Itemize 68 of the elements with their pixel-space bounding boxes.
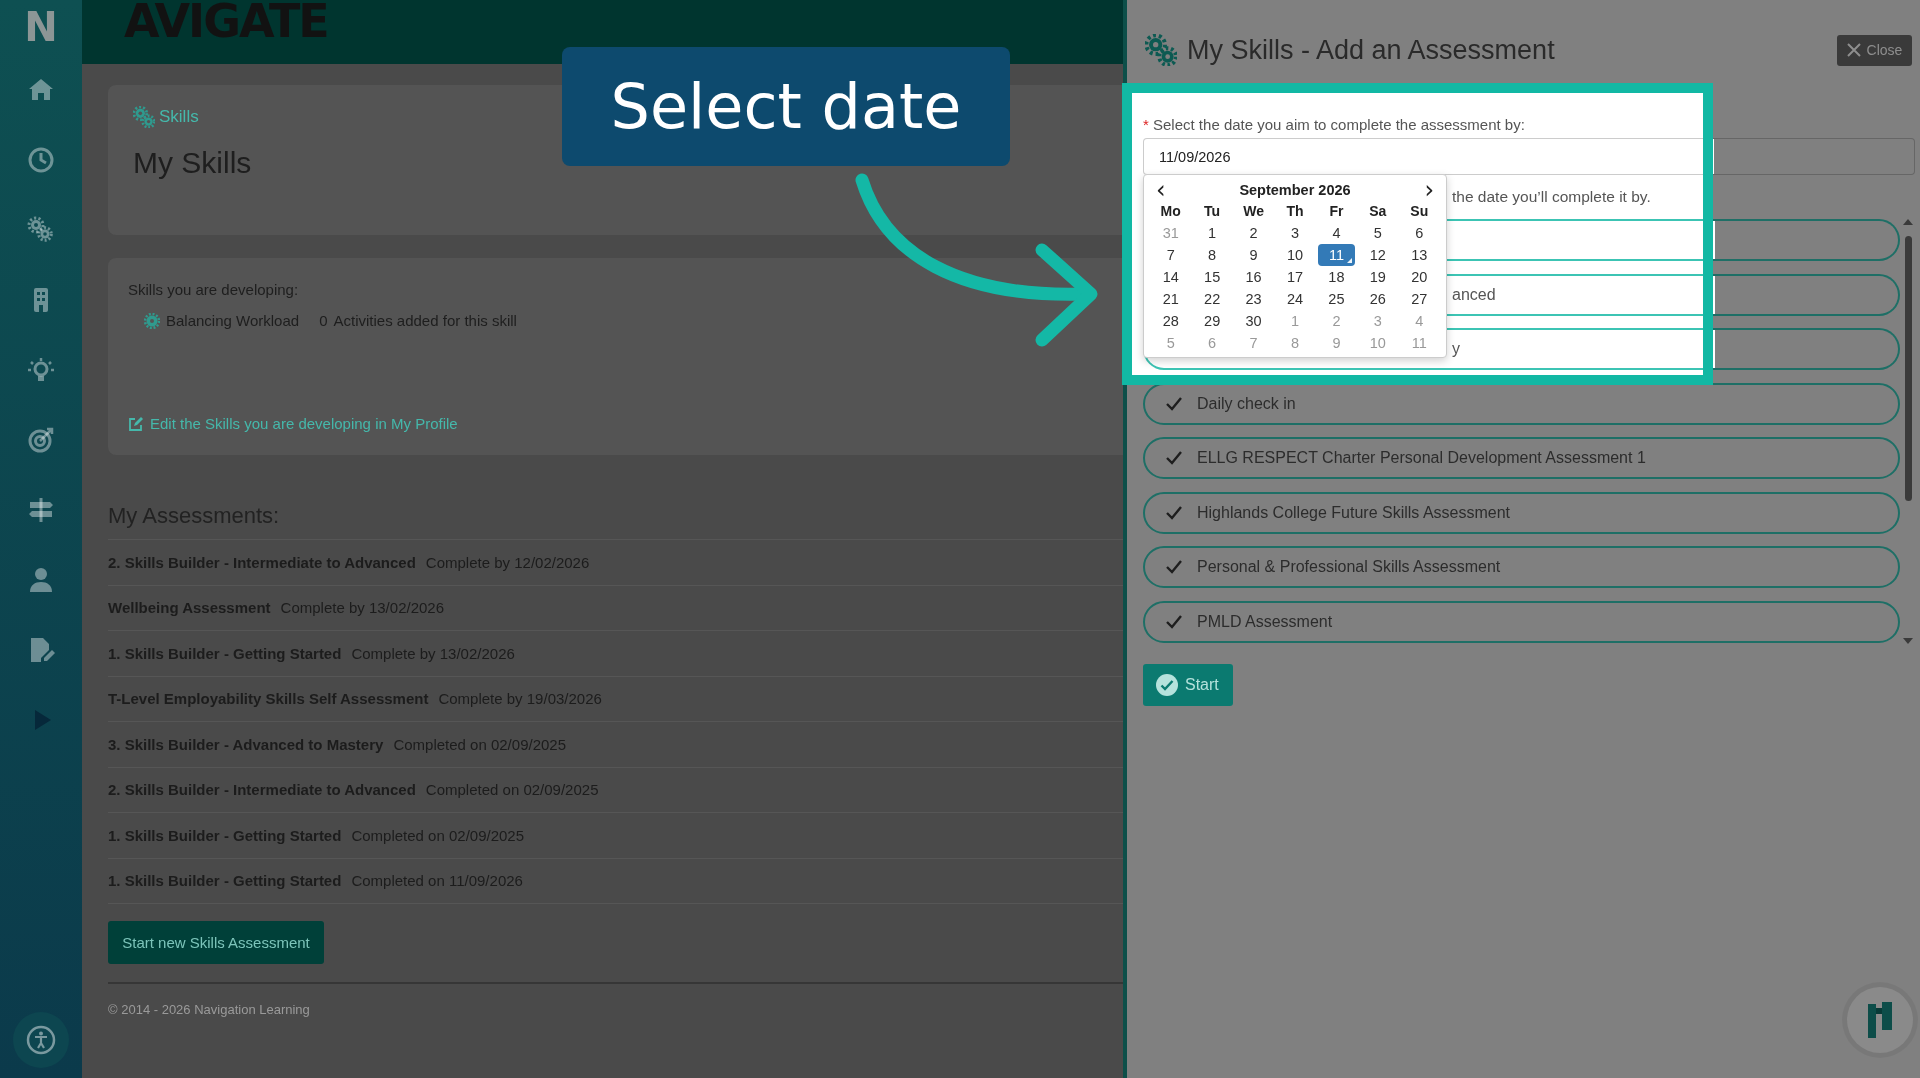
panel-title: My Skills - Add an Assessment [1187, 34, 1555, 66]
calendar-day[interactable]: 6 [1400, 222, 1438, 244]
person-icon[interactable] [27, 566, 55, 594]
chatbot-button[interactable] [1847, 987, 1913, 1053]
close-icon [1846, 43, 1861, 57]
option-label: y [1452, 340, 1460, 358]
check-icon [1165, 558, 1183, 576]
next-month-button[interactable]: › [1418, 180, 1440, 200]
start-button[interactable]: Start [1143, 664, 1233, 706]
calendar-day[interactable]: 24 [1276, 288, 1314, 310]
calendar-day[interactable]: 25 [1317, 288, 1356, 310]
edit-icon [128, 415, 144, 432]
hint-text: the date you’ll complete it by. [1452, 188, 1651, 205]
calendar-day[interactable]: 12 [1359, 244, 1397, 266]
assessment-option[interactable]: ELLG RESPECT Charter Personal Development Assessment 1 [1143, 437, 1900, 479]
calendar-day[interactable]: 5 [1359, 222, 1397, 244]
assessment-option[interactable]: PMLD Assessment [1143, 600, 1900, 643]
close-button[interactable]: Close [1837, 34, 1912, 66]
weekday-label: Sa [1368, 202, 1388, 221]
weekday-label: Fr [1328, 202, 1345, 221]
calendar-day[interactable]: 2 [1234, 222, 1273, 244]
option-label: ELLG RESPECT Charter Personal Development Assessment 1 [1197, 449, 1646, 467]
copyright-text: © 2014 - 2026 Navigation Learning [108, 1002, 310, 1017]
calendar-day[interactable]: 4 [1317, 222, 1356, 244]
calendar-day[interactable]: 26 [1359, 288, 1397, 310]
gears-icon [1145, 34, 1177, 66]
date-field[interactable]: 11/09/2026 [1143, 138, 1915, 175]
date-field-label: * Select the date you aim to complete the assessment by: [1143, 117, 1525, 133]
option-label: Daily check in [1197, 394, 1296, 413]
logo-letter: N [24, 4, 58, 50]
calendar-day[interactable]: 23 [1234, 288, 1273, 310]
calendar-day[interactable]: 9 [1234, 244, 1273, 266]
calendar-day[interactable]: 21 [1152, 288, 1190, 310]
clock-icon[interactable] [27, 146, 55, 174]
calendar-day[interactable]: 22 [1193, 288, 1231, 310]
calendar-day[interactable]: 11 [1317, 244, 1356, 266]
weekday-label: We [1242, 202, 1265, 221]
calendar-day[interactable]: 8 [1193, 244, 1231, 266]
option-label: anced [1452, 285, 1496, 304]
option-label: Highlands College Future Skills Assessment [1197, 503, 1511, 522]
signpost-icon[interactable] [27, 496, 55, 524]
check-circle-icon [1155, 673, 1179, 697]
calendar-day[interactable]: 1 [1193, 222, 1231, 244]
calendar-day[interactable]: 27 [1400, 288, 1438, 310]
gear-icon [144, 312, 160, 329]
calendar-day[interactable]: 10 [1276, 244, 1314, 266]
lightbulb-icon[interactable] [27, 356, 55, 384]
previous-month-button[interactable]: ‹ [1150, 180, 1172, 200]
calendar-day[interactable]: 7 [1152, 244, 1190, 266]
assessment-option[interactable]: Personal & Professional Skills Assessment [1143, 546, 1900, 588]
calendar-day[interactable]: 3 [1276, 222, 1314, 244]
weekday-label: Th [1285, 202, 1305, 221]
assessment-option[interactable]: Highlands College Future Skills Assessment [1143, 491, 1900, 534]
weekday-label: Su [1409, 202, 1430, 221]
gears-icon[interactable] [27, 216, 55, 244]
gears-icon [133, 106, 155, 128]
calendar-day[interactable]: 13 [1400, 244, 1438, 266]
target-icon[interactable] [27, 426, 55, 454]
weekday-label: Tu [1203, 202, 1222, 221]
option-label: Personal & Professional Skills Assessment [1197, 558, 1501, 576]
option-label: PMLD Assessment [1197, 612, 1333, 631]
month-title[interactable]: September 2026 [1239, 182, 1351, 198]
accessibility-icon [25, 1024, 57, 1056]
callout-label: Select date [562, 47, 1010, 166]
assessment-option[interactable]: Daily check in [1143, 382, 1900, 425]
weekday-label: Mo [1159, 202, 1182, 221]
check-icon [1165, 449, 1183, 467]
start-assessment-button[interactable]: Start new Skills Assessment [108, 921, 324, 964]
